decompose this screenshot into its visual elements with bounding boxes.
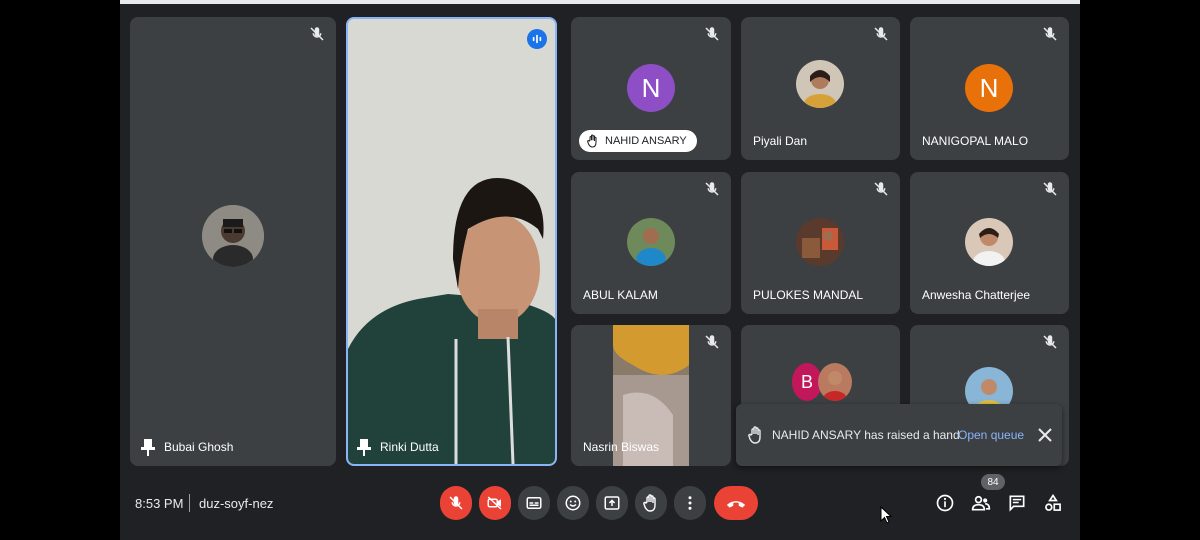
raised-hand-chip: NAHID ANSARY <box>579 130 697 152</box>
participant-tile-nahid[interactable]: N NAHID ANSARY <box>571 17 731 160</box>
mic-off-icon <box>1041 25 1059 43</box>
pin-icon[interactable] <box>140 438 156 456</box>
participant-tile-anwesha[interactable]: Anwesha Chatterjee <box>910 172 1069 314</box>
meeting-code: duz-soyf-nez <box>199 496 274 511</box>
hand-icon <box>748 426 764 444</box>
participant-name: NAHID ANSARY <box>605 135 687 147</box>
present-button[interactable] <box>596 486 628 520</box>
participant-tile-pulokes[interactable]: PULOKES MANDAL <box>741 172 900 314</box>
avatar-initial: N <box>979 72 999 103</box>
participant-count-badge: 84 <box>981 474 1005 490</box>
mic-toggle-button[interactable] <box>440 486 472 520</box>
pin-icon[interactable] <box>356 438 372 456</box>
activities-button[interactable] <box>1042 492 1064 514</box>
hand-icon <box>587 134 597 148</box>
mic-off-icon <box>872 180 890 198</box>
mic-off-icon <box>703 25 721 43</box>
chat-button[interactable] <box>1006 492 1028 514</box>
activities-icon <box>1045 493 1061 511</box>
leave-call-button[interactable] <box>714 486 758 520</box>
camera-off-icon <box>487 496 502 510</box>
video-feed <box>348 19 555 464</box>
avatar <box>627 218 675 266</box>
avatar: N <box>965 64 1013 112</box>
captions-button[interactable] <box>518 486 550 520</box>
avatar <box>818 363 852 401</box>
top-divider <box>120 0 1080 4</box>
participant-name: Rinki Dutta <box>380 440 439 454</box>
mic-off-icon <box>703 333 721 351</box>
reactions-button[interactable] <box>557 486 589 520</box>
more-options-button[interactable] <box>674 486 706 520</box>
info-icon <box>936 494 954 512</box>
participant-tile-bubai[interactable]: Bubai Ghosh <box>130 17 336 466</box>
chat-icon <box>1009 495 1025 512</box>
participant-name: PULOKES MANDAL <box>753 288 864 302</box>
captions-icon <box>526 497 542 509</box>
avatar <box>202 205 264 267</box>
avatar <box>965 218 1013 266</box>
meeting-details-button[interactable] <box>934 492 956 514</box>
avatar <box>796 60 844 108</box>
participant-tile-rinki-active[interactable]: Rinki Dutta <box>346 17 557 466</box>
hand-icon <box>643 494 656 512</box>
camera-toggle-button[interactable] <box>479 486 511 520</box>
notification-message: NAHID ANSARY has raised a hand <box>772 428 960 442</box>
participant-name: Anwesha Chatterjee <box>922 288 1031 302</box>
close-icon[interactable] <box>1036 426 1054 444</box>
participant-name: ABUL KALAM <box>583 288 658 302</box>
emoji-icon <box>565 495 581 511</box>
people-icon <box>971 495 991 511</box>
present-icon <box>604 496 620 510</box>
participant-name: Piyali Dan <box>753 134 808 148</box>
mic-off-icon <box>1041 333 1059 351</box>
participant-name: NANIGOPAL MALO <box>922 134 1029 148</box>
speaking-indicator-icon <box>527 29 547 49</box>
avatar: N <box>627 64 675 112</box>
raise-hand-button[interactable] <box>635 486 667 520</box>
raised-hand-notification: NAHID ANSARY has raised a hand Open queu… <box>736 404 1062 466</box>
more-vert-icon <box>688 496 692 510</box>
avatar-initial: B <box>800 371 813 392</box>
divider <box>189 494 190 512</box>
participant-name: Nasrin Biswas <box>583 440 660 454</box>
participant-name: Bubai Ghosh <box>164 440 234 454</box>
avatar <box>796 218 844 266</box>
mic-off-icon <box>449 496 463 510</box>
participant-tile-nanigopal[interactable]: N NANIGOPAL MALO <box>910 17 1069 160</box>
mic-off-icon <box>1041 180 1059 198</box>
participant-tile-abul[interactable]: ABUL KALAM <box>571 172 731 314</box>
mic-off-icon <box>703 180 721 198</box>
mic-off-icon <box>872 25 890 43</box>
people-button[interactable] <box>970 492 992 514</box>
mouse-cursor-icon <box>880 506 892 524</box>
participant-tile-piyali[interactable]: Piyali Dan <box>741 17 900 160</box>
end-call-icon <box>726 501 746 508</box>
open-queue-link[interactable]: Open queue <box>958 428 1024 442</box>
avatar-initial: N <box>641 72 661 103</box>
mic-off-icon <box>308 25 326 43</box>
meeting-time: 8:53 PM <box>135 496 184 511</box>
participant-tile-nasrin[interactable]: Nasrin Biswas <box>571 325 731 466</box>
